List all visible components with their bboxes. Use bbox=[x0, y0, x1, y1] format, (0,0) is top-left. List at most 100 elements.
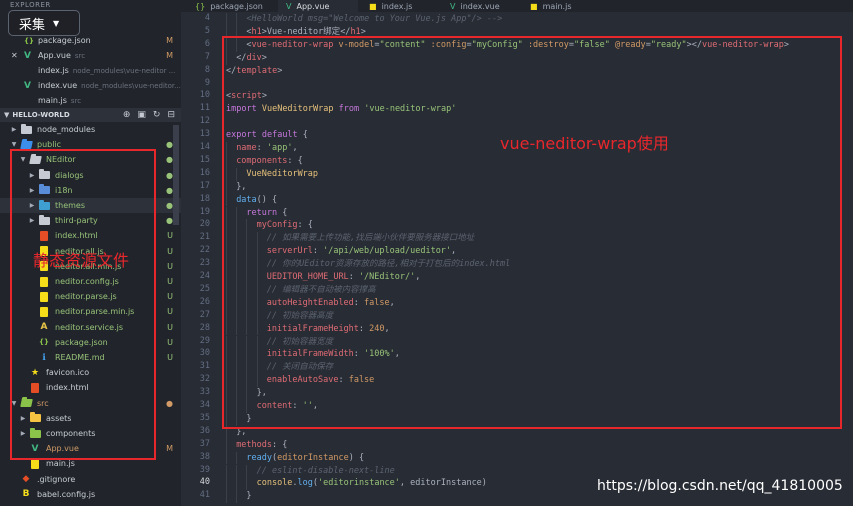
line-number: 41 bbox=[199, 490, 210, 501]
project-label: HELLO-WORLD bbox=[12, 111, 70, 119]
git-status-badge: ● bbox=[166, 170, 173, 180]
folder-icon bbox=[20, 123, 32, 135]
line-number: 6 bbox=[204, 38, 210, 49]
code-annotation-label: vue-neditor-wrap使用 bbox=[500, 134, 669, 153]
tab-label: index.js bbox=[381, 1, 413, 11]
collect-button-label: 采集 bbox=[19, 17, 46, 33]
line-number: 26 bbox=[199, 296, 210, 307]
line-number: 23 bbox=[199, 258, 210, 269]
line-number: 7 bbox=[204, 51, 210, 62]
code-token: ) { bbox=[348, 452, 365, 463]
line-number: 34 bbox=[199, 400, 210, 410]
open-editor-item[interactable]: index.js node_modules\vue-neditor ... bbox=[0, 63, 181, 78]
explorer-title: EXPLORER bbox=[10, 1, 51, 9]
close-icon[interactable]: ✕ bbox=[11, 51, 21, 60]
git-status-badge: U bbox=[167, 261, 173, 271]
tab-app-vue[interactable]: V App.vue bbox=[278, 0, 358, 12]
code-line: console.log('editorinstance', editorInst… bbox=[257, 477, 487, 490]
line-number: 39 bbox=[199, 464, 210, 475]
tab-index-vue[interactable]: Vindex.vue bbox=[442, 0, 520, 12]
indent-guide bbox=[236, 13, 238, 26]
code-token: // eslint-disable-next-line bbox=[256, 465, 395, 476]
git-status-badge: U bbox=[167, 292, 173, 302]
line-number: 35 bbox=[199, 412, 210, 423]
git-status-badge: M bbox=[166, 51, 173, 60]
git-status-badge: ● bbox=[166, 140, 173, 150]
git-status-badge: ● bbox=[166, 201, 173, 210]
tree-item[interactable]: ▶ node_modules bbox=[0, 122, 181, 137]
tree-item-label: babel.config.js bbox=[37, 489, 96, 499]
line-number: 19 bbox=[199, 206, 210, 217]
js-icon bbox=[29, 458, 41, 469]
project-header[interactable]: ▼ HELLO-WORLD ⊕ ▣ ↻ ⊟ bbox=[0, 108, 181, 122]
git-status-badge: U bbox=[167, 337, 173, 347]
indent-guide bbox=[236, 464, 238, 478]
git-status-badge: U bbox=[167, 322, 173, 332]
collect-button[interactable]: 采集 ▼ bbox=[8, 10, 80, 36]
line-number: 5 bbox=[204, 25, 210, 36]
collapse-icon[interactable]: ⊟ bbox=[167, 110, 175, 120]
tab-main-js[interactable]: ■ main.js bbox=[522, 0, 592, 12]
line-number-gutter: 4 5 6 7 8 9 10 11 12 13 14 15 16 17 18 19 20 21 22 23 24 25 26… bbox=[181, 12, 214, 506]
indent-guide bbox=[236, 477, 238, 491]
tree-item-label: main.js bbox=[46, 459, 75, 469]
line-number: 31 bbox=[199, 361, 210, 372]
indent-guide bbox=[226, 464, 227, 478]
git-status-badge: ● bbox=[166, 216, 173, 226]
line-number: 33 bbox=[199, 387, 210, 398]
line-number: 38 bbox=[199, 451, 210, 462]
git-status-badge: U bbox=[167, 246, 173, 256]
git-status-badge: ● bbox=[166, 155, 173, 165]
tab-label: main.js bbox=[542, 1, 572, 11]
code-line: ready(editorInstance) { bbox=[246, 452, 364, 465]
line-number: 12 bbox=[199, 116, 210, 127]
line-number: 17 bbox=[199, 180, 210, 191]
vue-icon: V bbox=[24, 50, 31, 61]
line-number: 29 bbox=[199, 335, 210, 346]
open-editor-item[interactable]: Vindex.vue node_modules\vue-neditor... bbox=[0, 78, 181, 93]
line-number: 22 bbox=[199, 245, 210, 256]
code-line: // eslint-disable-next-line bbox=[257, 465, 395, 478]
open-editor-item[interactable]: ✕ V App.vue src M bbox=[0, 48, 181, 63]
refresh-icon[interactable]: ↻ bbox=[153, 110, 161, 120]
indent-guide bbox=[226, 490, 227, 504]
code-token: methods bbox=[236, 439, 273, 450]
open-editor-name: main.js bbox=[38, 96, 67, 105]
line-number: 24 bbox=[199, 271, 210, 281]
line-number: 20 bbox=[199, 219, 210, 230]
line-number: 8 bbox=[204, 64, 210, 75]
line-number: 25 bbox=[199, 283, 210, 294]
code-line: methods: { bbox=[236, 439, 287, 452]
sidebar-scrollbar[interactable] bbox=[173, 125, 179, 225]
code-highlight-box bbox=[222, 36, 842, 429]
open-editor-path: src bbox=[74, 51, 86, 60]
git-status-badge: ● bbox=[166, 185, 173, 195]
tree-item-label: node_modules bbox=[37, 125, 96, 134]
tree-item[interactable]: ◆ .gitignore bbox=[0, 472, 181, 487]
tree-item[interactable]: Bbabel.config.js bbox=[0, 487, 181, 502]
line-number: 37 bbox=[199, 438, 210, 449]
git-icon: ◆ bbox=[22, 474, 30, 485]
line-number: 14 bbox=[199, 142, 210, 152]
indent-guide bbox=[226, 451, 227, 465]
tab-label: index.vue bbox=[460, 1, 500, 11]
line-number: 11 bbox=[199, 103, 210, 114]
new-file-icon[interactable]: ⊕ bbox=[123, 110, 131, 120]
tab-package-json[interactable]: {} package.json bbox=[187, 0, 275, 12]
line-number: 32 bbox=[199, 374, 210, 385]
tab-index-js[interactable]: ■ index.js bbox=[361, 0, 439, 12]
code-token: console bbox=[256, 478, 293, 489]
code-line: } bbox=[246, 490, 251, 503]
indent-guide bbox=[246, 464, 248, 478]
line-number: 36 bbox=[199, 425, 210, 436]
open-editor-item[interactable]: main.js src bbox=[0, 93, 181, 108]
new-folder-icon[interactable]: ▣ bbox=[137, 110, 146, 120]
project-toolbar: ⊕ ▣ ↻ ⊟ bbox=[123, 110, 175, 120]
indent-guide bbox=[226, 438, 227, 452]
tree-item-label: public bbox=[37, 140, 62, 150]
code-token: } bbox=[246, 491, 252, 502]
line-number: 9 bbox=[204, 77, 210, 88]
sidebar-annotation-label: 静态资源文件 bbox=[33, 251, 130, 270]
line-number: 40 bbox=[199, 477, 210, 488]
line-number: 15 bbox=[199, 154, 210, 165]
